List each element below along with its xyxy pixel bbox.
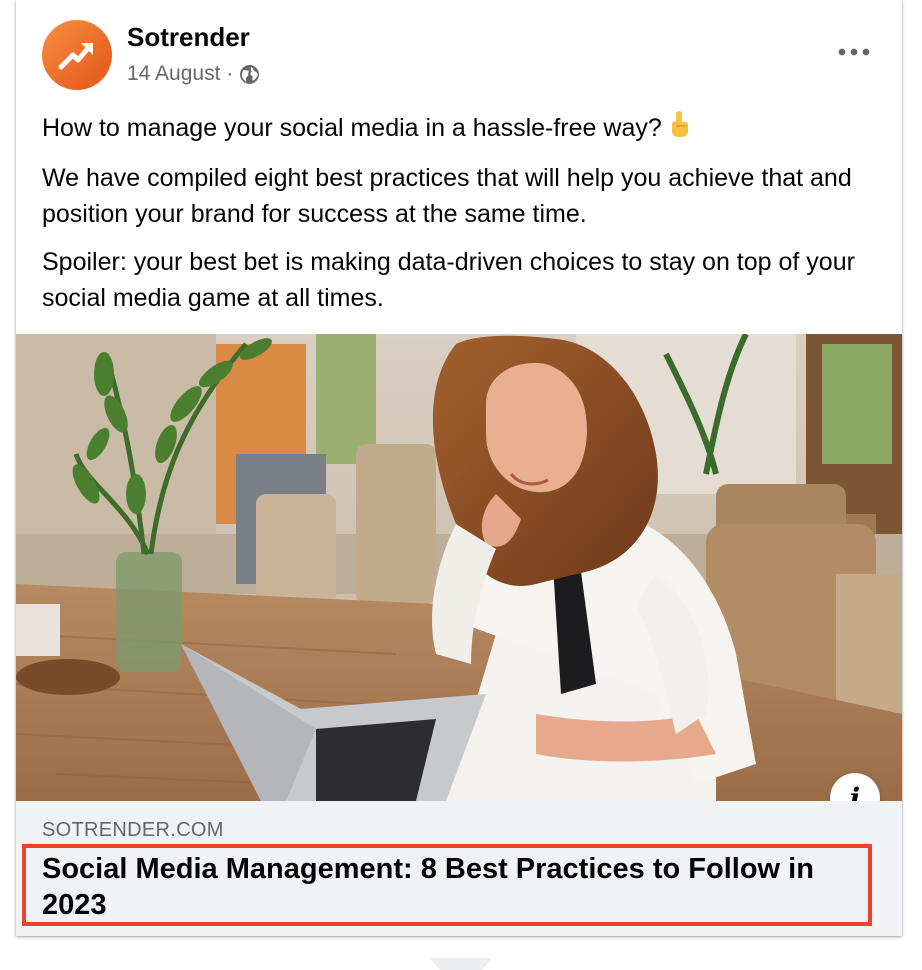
post-date[interactable]: 14 August — [127, 62, 220, 86]
link-preview-image[interactable] — [16, 334, 902, 801]
page-name[interactable]: Sotrender — [127, 22, 250, 53]
page-avatar[interactable] — [42, 20, 112, 90]
globe-icon — [240, 64, 260, 84]
pointing-up-hand-emoji — [668, 110, 692, 148]
post-paragraph: How to manage your social media in a has… — [42, 110, 878, 148]
woman-laptop-photo — [16, 334, 902, 801]
post-paragraph-text: How to manage your social media in a has… — [42, 114, 662, 142]
watermark-mark — [430, 958, 492, 970]
link-preview-footer[interactable]: SOTRENDER.COM Social Media Management: 8… — [16, 801, 902, 936]
post-paragraph: We have compiled eight best practices th… — [42, 164, 852, 229]
post-paragraph: Spoiler: your best bet is making data-dr… — [42, 248, 855, 313]
post-header: Sotrender 14 August · — [16, 0, 902, 100]
link-title[interactable]: Social Media Management: 8 Best Practice… — [42, 851, 872, 923]
post-meta: 14 August · — [127, 62, 260, 86]
post-options-button[interactable] — [834, 38, 874, 66]
post-card: Sotrender 14 August · How to manage your… — [16, 0, 902, 936]
trend-arrow-icon — [58, 43, 93, 70]
link-domain: SOTRENDER.COM — [42, 819, 224, 841]
post-text: How to manage your social media in a has… — [42, 110, 878, 328]
meta-separator: · — [226, 62, 234, 85]
more-horizontal-icon — [838, 48, 870, 56]
